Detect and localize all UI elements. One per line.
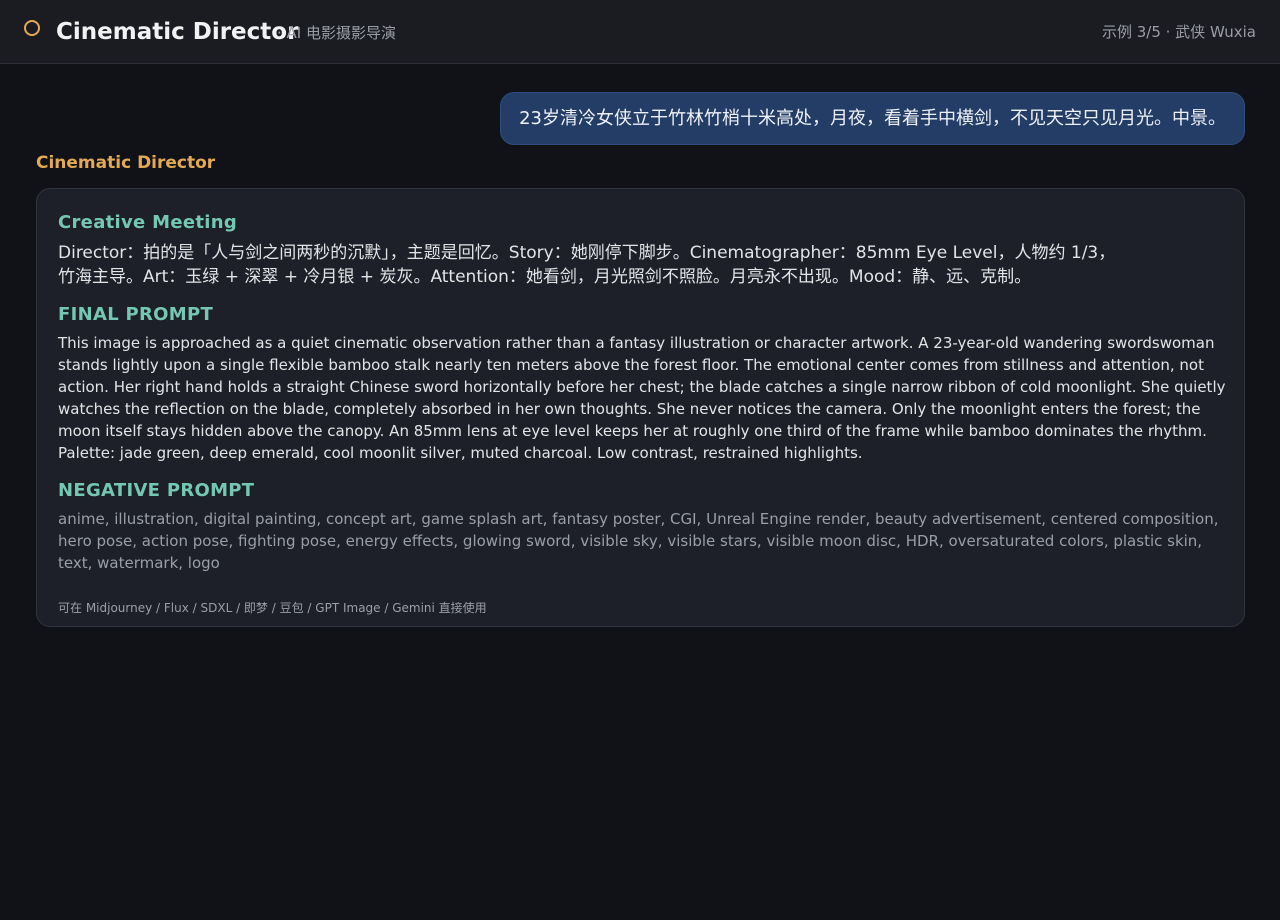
- creative-meeting-heading: Creative Meeting: [58, 212, 238, 233]
- usage-note: 可在 Midjourney / Flux / SDXL / 即梦 / 豆包 / …: [58, 601, 487, 615]
- creative-meeting-text: Director：拍的是「人与剑之间两秒的沉默」，主题是回忆。Story：她刚停…: [58, 243, 1116, 287]
- example-indicator: 示例 3/5 · 武侠 Wuxia: [1101, 23, 1256, 41]
- circle-ring-icon: [24, 20, 40, 36]
- negative-prompt-text: anime, illustration, digital painting, c…: [58, 510, 1219, 572]
- app-title: Cinematic Director: [56, 19, 299, 45]
- negative-prompt-heading: NEGATIVE PROMPT: [58, 480, 255, 501]
- final-prompt-heading: FINAL PROMPT: [58, 304, 214, 325]
- assistant-name: Cinematic Director: [36, 153, 216, 173]
- response-card: Creative Meeting Director：拍的是「人与剑之间两秒的沉默…: [36, 188, 1245, 627]
- final-prompt-text: This image is approached as a quiet cine…: [58, 334, 1226, 462]
- top-bar: Cinematic Director · AI 电影摄影导演 示例 3/5 · …: [0, 0, 1280, 64]
- app-subtitle: · AI 电影摄影导演: [277, 24, 396, 42]
- user-message-bubble: 23岁清冷女侠立于竹林竹梢十米高处，月夜，看着手中横剑，不见天空只见月光。中景。: [500, 92, 1245, 145]
